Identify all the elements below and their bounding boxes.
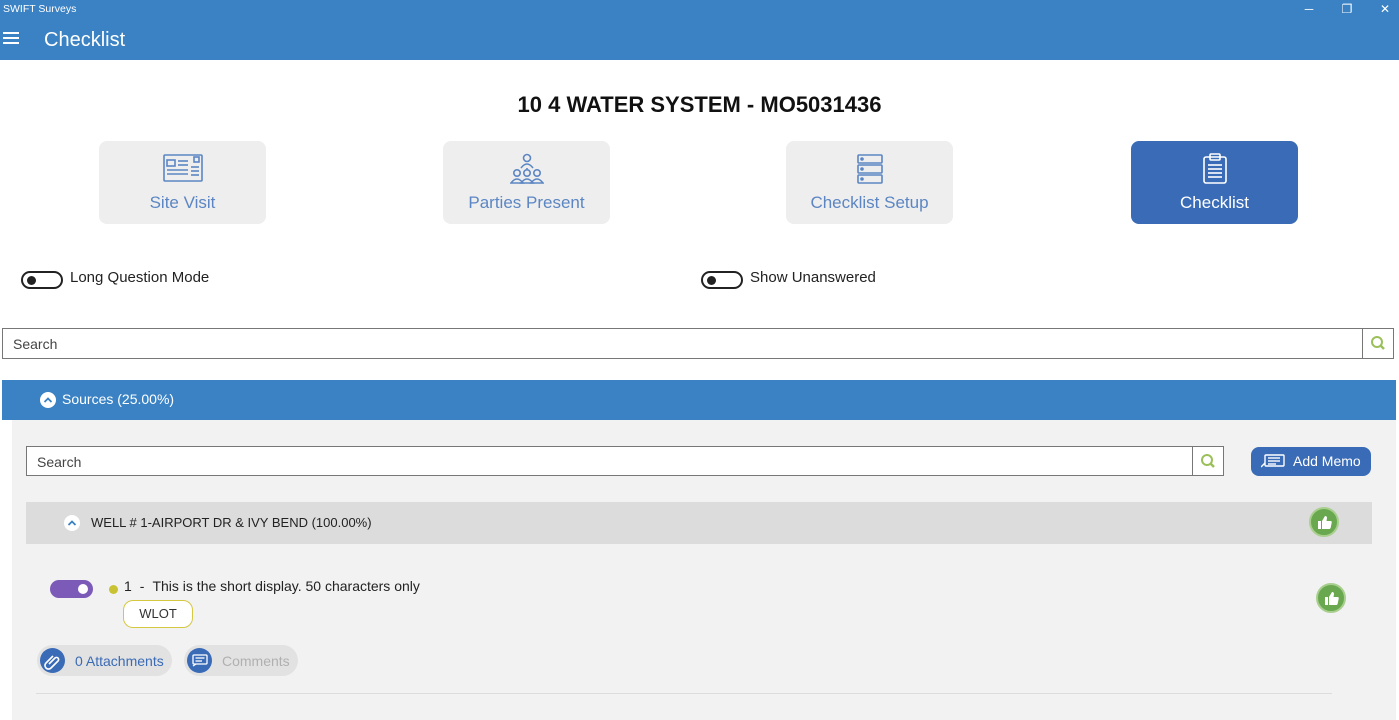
section-label: Sources (25.00%) <box>62 391 175 407</box>
search-button[interactable] <box>1362 329 1393 358</box>
tab-label: Parties Present <box>468 193 585 212</box>
window-title-bar: SWIFT Surveys ─ ❐ ✕ <box>0 0 1399 20</box>
comments-button[interactable]: Comments <box>184 645 298 676</box>
tab-parties-present[interactable]: Parties Present <box>443 141 610 224</box>
question-answer-toggle[interactable] <box>50 580 93 598</box>
section-search-button[interactable] <box>1192 447 1223 475</box>
divider <box>36 693 1332 694</box>
app-header: Checklist <box>0 20 1399 60</box>
add-memo-label: Add Memo <box>1293 453 1361 469</box>
subsection-header-well[interactable]: WELL # 1-AIRPORT DR & IVY BEND (100.00%) <box>26 502 1372 544</box>
server-list-icon <box>856 153 884 190</box>
maximize-button[interactable]: ❐ <box>1328 1 1366 19</box>
memo-icon <box>1260 454 1285 473</box>
search-icon <box>1201 454 1215 468</box>
question-separator: - <box>139 578 145 594</box>
question-text-row: 1- This is the short display. 50 characte… <box>124 578 420 594</box>
minimize-button[interactable]: ─ <box>1290 1 1328 19</box>
chevron-up-icon[interactable] <box>40 392 56 408</box>
tab-label: Site Visit <box>149 193 216 212</box>
clipboard-icon <box>1202 153 1228 190</box>
tab-checklist[interactable]: Checklist <box>1131 141 1298 224</box>
window-title: SWIFT Surveys <box>3 3 77 15</box>
long-question-mode-row: Long Question Mode <box>21 268 281 292</box>
thumbs-up-icon[interactable] <box>1309 507 1339 537</box>
system-heading: 10 4 WATER SYSTEM - MO5031436 <box>517 92 882 117</box>
chevron-up-icon[interactable] <box>64 515 80 531</box>
people-icon <box>508 153 545 190</box>
page-title: Checklist <box>44 29 126 51</box>
question-text: This is the short display. 50 characters… <box>152 578 420 594</box>
search-input[interactable]: Search <box>13 336 57 352</box>
site-visit-icon <box>162 153 204 188</box>
long-question-mode-label: Long Question Mode <box>70 269 210 286</box>
section-search-field[interactable]: Search <box>26 446 1224 476</box>
search-icon <box>1371 336 1385 350</box>
question-number: 1 <box>124 578 132 594</box>
long-question-mode-toggle[interactable] <box>21 271 63 289</box>
close-button[interactable]: ✕ <box>1366 1 1399 19</box>
section-search-input[interactable]: Search <box>37 454 81 470</box>
attachments-label: 0 Attachments <box>75 653 164 669</box>
tab-site-visit[interactable]: Site Visit <box>99 141 266 224</box>
tab-label: Checklist <box>1180 193 1249 212</box>
comment-icon <box>187 648 212 673</box>
show-unanswered-label: Show Unanswered <box>750 269 876 286</box>
section-header-sources[interactable]: Sources (25.00%) <box>2 380 1396 420</box>
question-tag[interactable]: WLOT <box>123 600 193 628</box>
attachments-button[interactable]: 0 Attachments <box>37 645 172 676</box>
thumbs-up-icon[interactable] <box>1316 583 1346 613</box>
main-search-field[interactable]: Search <box>2 328 1394 359</box>
comments-label: Comments <box>222 653 290 669</box>
tab-label: Checklist Setup <box>810 193 929 212</box>
subsection-label: WELL # 1-AIRPORT DR & IVY BEND (100.00%) <box>91 515 372 530</box>
status-dot <box>109 585 118 594</box>
paperclip-icon <box>40 648 65 673</box>
show-unanswered-row: Show Unanswered <box>701 268 941 292</box>
add-memo-button[interactable]: Add Memo <box>1251 447 1371 476</box>
show-unanswered-toggle[interactable] <box>701 271 743 289</box>
hamburger-menu-icon[interactable] <box>3 32 19 46</box>
tab-checklist-setup[interactable]: Checklist Setup <box>786 141 953 224</box>
